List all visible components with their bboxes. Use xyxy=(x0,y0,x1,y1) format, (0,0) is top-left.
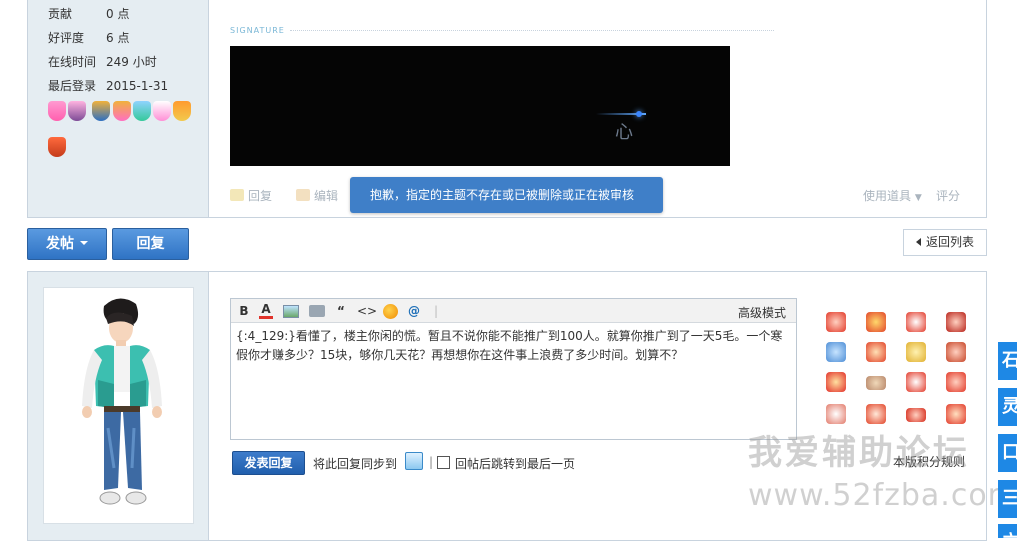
watermark-title: 我爱辅助论坛 xyxy=(748,433,970,473)
edit-action[interactable]: 编辑 xyxy=(296,187,338,204)
smiley-icon[interactable] xyxy=(946,372,966,392)
editor-toolbar: B A “ <> @ | 高级模式 xyxy=(231,299,796,323)
stat-online-time: 在线时间 249 小时 xyxy=(48,53,157,70)
reply-textarea[interactable]: {:4_129:}看懂了，楼主你闲的慌。暂且不说你能不能推广到100人。就算你推… xyxy=(236,327,791,365)
stat-value: 0 点 xyxy=(106,7,130,21)
advanced-mode-link[interactable]: 高级模式 xyxy=(738,304,786,321)
use-item-label: 使用道具 xyxy=(863,189,912,203)
author-profile-sidebar: 贡献 0 点 好评度 6 点 在线时间 249 小时 最后登录 2015-1-31 xyxy=(28,0,209,217)
stat-label: 好评度 xyxy=(48,31,85,45)
medal-icon[interactable] xyxy=(173,101,191,121)
reply-button-label: 回复 xyxy=(136,236,165,252)
signature-dot xyxy=(636,111,642,117)
stat-label: 在线时间 xyxy=(48,55,97,69)
smiley-icon[interactable] xyxy=(906,312,926,332)
medal-icon[interactable] xyxy=(48,137,66,157)
smiley-icon[interactable] xyxy=(946,342,966,362)
reply-button[interactable]: 回复 xyxy=(112,228,189,260)
smiley-icon[interactable] xyxy=(906,372,926,392)
medal-icon[interactable] xyxy=(153,101,171,121)
stat-value: 6 点 xyxy=(106,31,130,45)
chevron-left-icon xyxy=(915,238,921,246)
reply-action[interactable]: 回复 xyxy=(230,187,272,204)
side-tab[interactable]: 石 xyxy=(998,342,1017,380)
pencil-icon xyxy=(296,189,310,201)
stat-reputation: 好评度 6 点 xyxy=(48,29,129,46)
attachment-icon[interactable] xyxy=(309,305,325,317)
back-to-list-label: 返回列表 xyxy=(925,235,974,249)
jump-to-last-page-checkbox[interactable] xyxy=(437,456,450,469)
smiley-icon[interactable] xyxy=(826,312,846,332)
quote-icon[interactable]: “ xyxy=(335,303,347,319)
chevron-down-icon: ▼ xyxy=(914,193,922,203)
medal-icon[interactable] xyxy=(92,101,110,121)
reply-editor[interactable]: B A “ <> @ | 高级模式 {:4_129:}看懂了，楼主你闲的慌。暂且… xyxy=(230,298,797,440)
stat-contribution: 贡献 0 点 xyxy=(48,5,129,22)
sync-label: 将此回复同步到 xyxy=(313,457,398,471)
side-tab[interactable]: 三 xyxy=(998,480,1017,518)
stat-label: 贡献 xyxy=(48,7,73,21)
font-color-icon[interactable]: A xyxy=(259,303,273,319)
smiley-icon[interactable] xyxy=(826,372,846,392)
signature-glyph: 心 xyxy=(615,122,633,143)
weibo-sync-icon[interactable] xyxy=(405,452,423,470)
smiley-icon[interactable] xyxy=(866,342,886,362)
watermark-url: www.52fzba.com xyxy=(748,478,1017,513)
smiley-icon[interactable] xyxy=(946,312,966,332)
medal-icon[interactable] xyxy=(113,101,131,121)
reply-icon xyxy=(230,189,244,201)
medal-icon[interactable] xyxy=(48,101,66,121)
submit-reply-button[interactable]: 发表回复 xyxy=(232,451,305,475)
jump-to-last-page-label[interactable]: 回帖后跳转到最后一页 xyxy=(455,455,575,472)
image-icon[interactable] xyxy=(283,305,299,318)
stat-label: 最后登录 xyxy=(48,79,97,93)
edit-action-label: 编辑 xyxy=(314,189,339,203)
signature-divider xyxy=(290,30,774,31)
side-tab[interactable]: 立 xyxy=(998,524,1017,538)
user-avatar-sidebar xyxy=(28,272,209,540)
smiley-icon[interactable] xyxy=(826,342,846,362)
signature-image: 心 xyxy=(230,46,730,166)
smiley-icon[interactable] xyxy=(826,404,846,424)
sync-separator: | xyxy=(429,455,434,469)
toolbar-separator: | xyxy=(433,304,439,318)
smiley-icon[interactable] xyxy=(906,342,926,362)
medal-icon[interactable] xyxy=(68,101,86,121)
use-item-action[interactable]: 使用道具 ▼ xyxy=(863,187,922,204)
bold-icon[interactable]: B xyxy=(237,303,251,319)
rate-label: 评分 xyxy=(936,189,961,203)
smiley-icon[interactable] xyxy=(946,404,966,424)
signature-label: SIGNATURE xyxy=(230,26,285,35)
stat-last-login: 最后登录 2015-1-31 xyxy=(48,77,168,94)
stat-value: 2015-1-31 xyxy=(106,79,169,93)
error-toast: 抱歉，指定的主题不存在或已被删除或正在被审核 xyxy=(350,177,663,213)
smiley-icon[interactable] xyxy=(906,408,926,422)
reply-action-label: 回复 xyxy=(248,189,273,203)
smiley-icon[interactable] xyxy=(866,404,886,424)
code-icon[interactable]: <> xyxy=(357,303,377,319)
medal-icon[interactable] xyxy=(133,101,151,121)
avatar-figure xyxy=(82,298,162,505)
smiley-icon[interactable] xyxy=(866,376,886,390)
avatar xyxy=(43,287,194,524)
new-post-button[interactable]: 发帖 xyxy=(27,228,107,260)
side-tab[interactable]: 口 xyxy=(998,434,1017,472)
back-to-list-button[interactable]: 返回列表 xyxy=(903,229,987,256)
smiley-icon[interactable] xyxy=(866,312,886,332)
mention-icon[interactable]: @ xyxy=(407,303,421,319)
emoji-icon[interactable] xyxy=(383,304,398,319)
chevron-down-icon xyxy=(80,241,88,245)
stat-value: 249 小时 xyxy=(106,55,157,69)
new-post-label: 发帖 xyxy=(46,236,74,252)
side-tab[interactable]: 灵 xyxy=(998,388,1017,426)
rate-action[interactable]: 评分 xyxy=(936,187,960,204)
